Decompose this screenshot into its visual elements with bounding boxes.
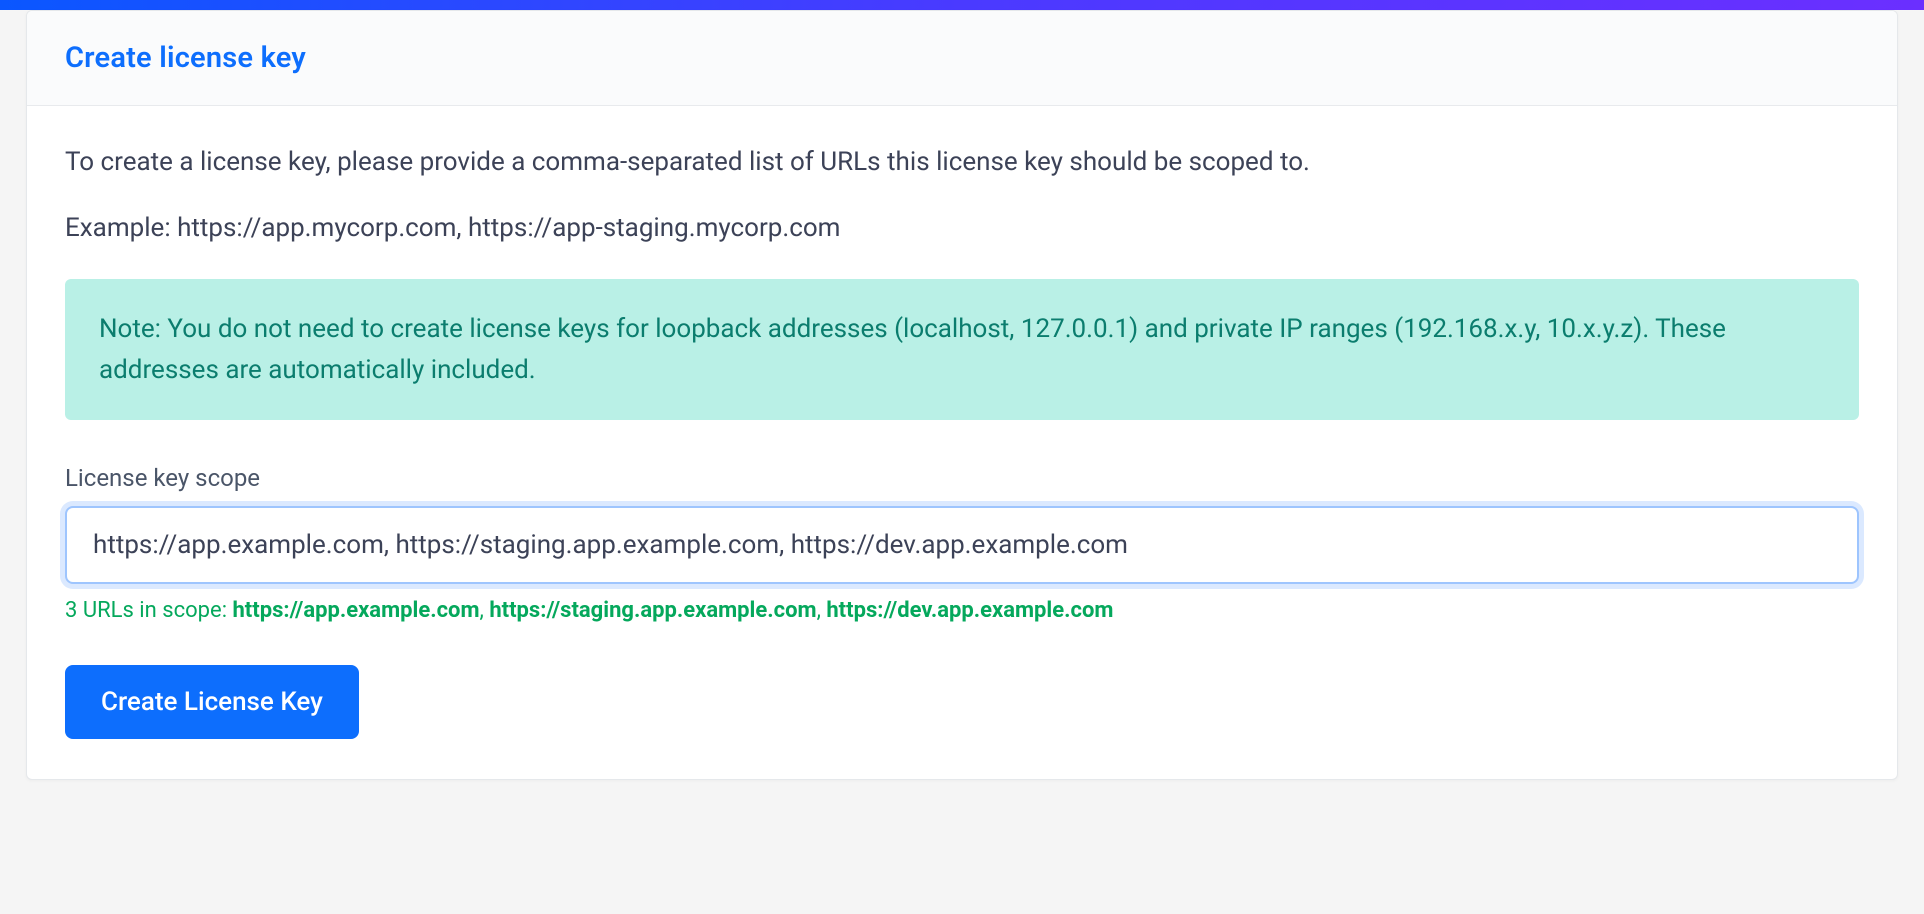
validation-message: 3 URLs in scope: https://app.example.com… (65, 596, 1859, 627)
validation-url-3: https://dev.app.example.com (826, 598, 1113, 623)
create-license-card: Create license key To create a license k… (26, 10, 1898, 780)
scope-input[interactable] (65, 506, 1859, 584)
validation-prefix: 3 URLs in scope: (65, 598, 232, 623)
example-text: Example: https://app.mycorp.com, https:/… (65, 210, 1859, 248)
validation-url-1: https://app.example.com (232, 598, 479, 623)
validation-sep-2: , (817, 598, 827, 623)
page-title: Create license key (65, 41, 1859, 75)
create-license-button[interactable]: Create License Key (65, 665, 359, 739)
top-gradient-bar (0, 0, 1924, 10)
scope-field-label: License key scope (65, 464, 1859, 492)
note-text: Note: You do not need to create license … (99, 309, 1825, 390)
note-box: Note: You do not need to create license … (65, 279, 1859, 420)
card-header: Create license key (27, 11, 1897, 106)
instruction-text: To create a license key, please provide … (65, 144, 1859, 182)
card-body: To create a license key, please provide … (27, 106, 1897, 779)
validation-sep-1: , (480, 598, 490, 623)
validation-url-2: https://staging.app.example.com (489, 598, 816, 623)
